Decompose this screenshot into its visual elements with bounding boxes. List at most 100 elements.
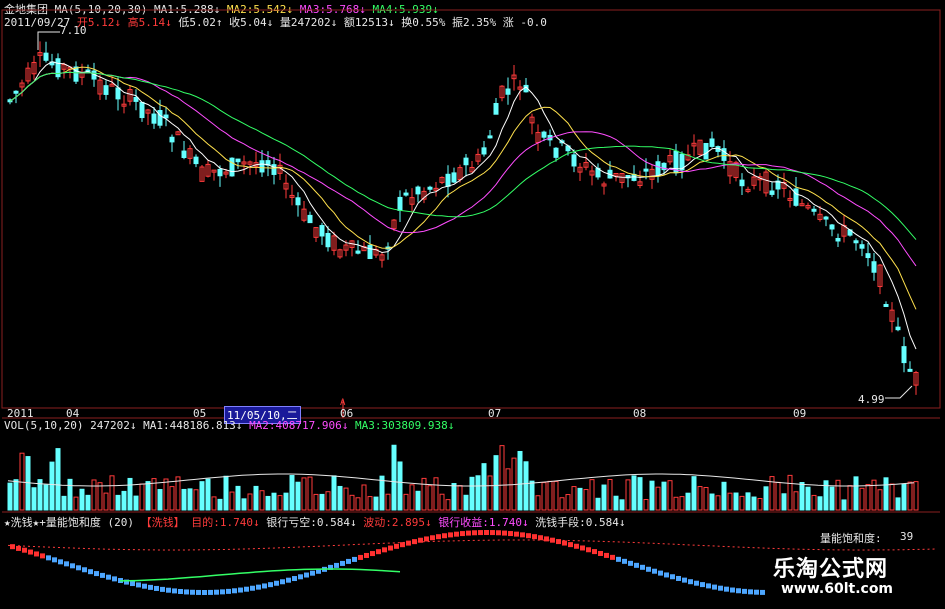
volume-bar xyxy=(625,479,631,511)
candle-body xyxy=(307,214,313,224)
volume-bar xyxy=(367,496,373,511)
indicator-dot xyxy=(166,587,171,593)
candle-body xyxy=(217,168,223,177)
volume-bar xyxy=(649,480,655,511)
indicator-dot xyxy=(706,583,711,589)
candle-body xyxy=(655,161,661,177)
volume-bar xyxy=(907,481,913,511)
indicator-name: ★洗钱★+量能饱和度 xyxy=(4,516,101,529)
indicator-dot xyxy=(436,534,441,540)
volume-bar xyxy=(475,475,481,511)
indicator-dot xyxy=(688,579,693,585)
indicator-dot xyxy=(700,582,705,588)
volume-bar xyxy=(457,485,463,511)
indicator-dot xyxy=(580,545,585,551)
indicator-means: 洗钱手段:0.584↓ xyxy=(535,516,626,529)
indicator-dot xyxy=(154,585,159,591)
candle-body xyxy=(13,90,19,94)
volume-bar xyxy=(7,482,13,511)
volume-bar xyxy=(121,490,127,511)
indicator-dot xyxy=(64,561,69,567)
high-marker-line xyxy=(37,31,60,50)
volume-bar xyxy=(775,481,781,511)
volume-bar xyxy=(859,487,865,511)
volume-bar xyxy=(577,487,583,511)
indicator-dot xyxy=(538,535,543,541)
volume-bar xyxy=(679,496,685,511)
candle-body xyxy=(793,188,799,206)
volume-bar xyxy=(631,475,637,511)
indicator-dot xyxy=(184,589,189,595)
volume-bar xyxy=(643,499,649,511)
volume-bar xyxy=(697,486,703,511)
indicator-dot xyxy=(496,530,501,536)
indicator-target: 目的:1.740↓ xyxy=(191,516,260,529)
vol-ma1: MA1:448186.813↓ xyxy=(143,419,243,432)
indicator-dot xyxy=(640,564,645,570)
candle-body xyxy=(709,138,715,147)
volume-bar xyxy=(49,461,55,511)
indicator-dot xyxy=(286,577,291,583)
ma4-line xyxy=(9,71,917,240)
volume-bar xyxy=(481,463,487,511)
low-price-marker: 4.99 xyxy=(858,393,885,406)
indicator-volatility: 波动:2.895↓ xyxy=(363,516,432,529)
saturation-label: 量能饱和度: xyxy=(820,532,882,545)
indicator-dot xyxy=(130,581,135,587)
volume-bar xyxy=(73,496,79,511)
indicator-dot xyxy=(70,563,75,569)
volume-bar xyxy=(637,477,643,511)
indicator-dot xyxy=(730,587,735,593)
indicator-dot xyxy=(238,587,243,593)
volume-bar xyxy=(565,494,571,511)
candle-body xyxy=(865,253,871,259)
indicator-dot xyxy=(244,586,249,592)
volume-bar xyxy=(55,448,61,511)
indicator-dot xyxy=(616,556,621,562)
volume-bar xyxy=(259,490,265,511)
volume-bar xyxy=(883,477,889,511)
indicator-dot xyxy=(310,570,315,576)
volume-bar xyxy=(865,484,871,511)
main-panel-border xyxy=(1,9,941,409)
candle-body xyxy=(229,157,235,177)
indicator-dot xyxy=(562,540,567,546)
vol-ma2: MA2:408717.906↓ xyxy=(249,419,349,432)
indicator-dot xyxy=(172,588,177,594)
volume-bar xyxy=(727,492,733,511)
vol-ma3: MA3:303809.938↓ xyxy=(355,419,455,432)
indicator-dot xyxy=(256,584,261,590)
volume-bar xyxy=(307,476,313,511)
candle-body xyxy=(739,179,745,187)
volume-bar xyxy=(301,477,307,511)
indicator-dot xyxy=(10,544,15,550)
candle-body xyxy=(553,147,559,158)
volume-bar xyxy=(793,491,799,511)
indicator-dot xyxy=(718,585,723,591)
candle-body xyxy=(319,225,325,237)
candle-body xyxy=(493,103,499,115)
volume-bar xyxy=(31,487,37,511)
volume-bar xyxy=(763,486,769,511)
volume-bar xyxy=(433,477,439,511)
indicator-dot xyxy=(484,530,489,535)
indicator-dot xyxy=(232,588,237,594)
candle-body xyxy=(769,190,775,195)
volume-bar xyxy=(241,498,247,511)
volume-bar xyxy=(61,495,67,511)
candle-body xyxy=(463,157,469,166)
indicator-dot xyxy=(208,589,213,595)
volume-bar xyxy=(13,479,19,511)
candle-body xyxy=(193,156,199,165)
axis-label-09: 09 xyxy=(793,407,807,420)
volume-bar xyxy=(187,488,193,511)
candle-body xyxy=(259,160,265,173)
low-marker-line xyxy=(885,385,913,399)
indicator-dot xyxy=(352,556,357,562)
indicator-dot xyxy=(592,549,597,555)
volume-bar xyxy=(349,494,355,511)
indicator-dot xyxy=(478,530,483,536)
candle-body xyxy=(571,154,577,167)
volume-bar xyxy=(205,478,211,511)
volume-bar xyxy=(571,486,577,511)
